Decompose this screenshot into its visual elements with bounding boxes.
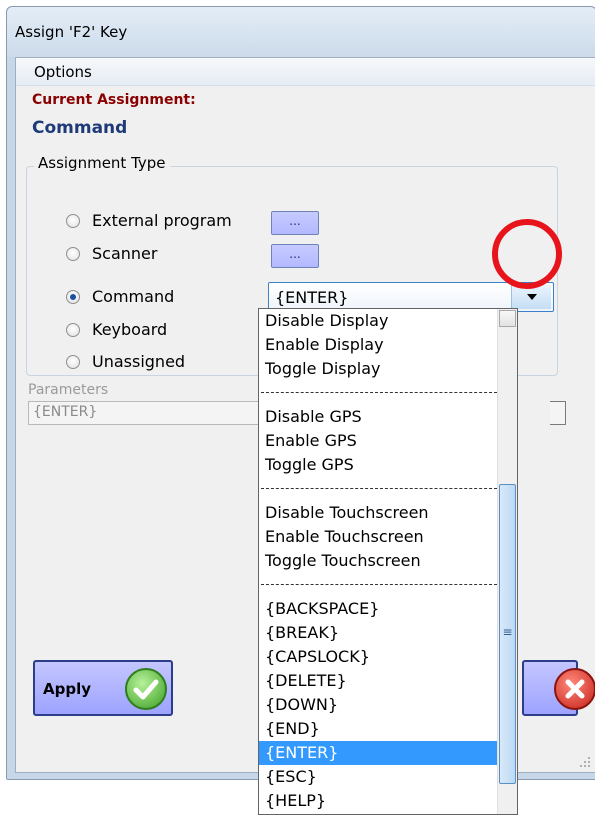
- checkmark-icon: [125, 668, 167, 710]
- dropdown-item[interactable]: Enable GPS: [259, 429, 499, 453]
- grip-icon: ≡: [502, 625, 513, 639]
- parameters-field[interactable]: {ENTER}: [28, 401, 268, 425]
- dropdown-item[interactable]: Enable Display: [259, 333, 499, 357]
- parameters-button[interactable]: [550, 401, 566, 425]
- dropdown-item[interactable]: Enable Touchscreen: [259, 525, 499, 549]
- current-assignment-value: Command: [32, 118, 128, 138]
- dropdown-items: Disable Display Enable Display Toggle Di…: [259, 309, 499, 813]
- scanner-browse-button[interactable]: ...: [271, 244, 319, 268]
- dropdown-scrollbar[interactable]: ≡: [497, 309, 517, 814]
- cancel-button[interactable]: [522, 660, 595, 716]
- dropdown-item[interactable]: Toggle Touchscreen: [259, 549, 499, 573]
- highlight-circle: [492, 219, 562, 289]
- dropdown-item[interactable]: Toggle GPS: [259, 453, 499, 477]
- dropdown-item[interactable]: Disable GPS: [259, 405, 499, 429]
- dropdown-item[interactable]: {DELETE}: [259, 669, 499, 693]
- radio-label: Command: [92, 287, 175, 306]
- scrollbar-thumb[interactable]: ≡: [499, 484, 516, 784]
- dropdown-item[interactable]: {CAPSLOCK}: [259, 645, 499, 669]
- dropdown-item[interactable]: {BREAK}: [259, 621, 499, 645]
- parameters-label: Parameters: [28, 382, 109, 398]
- apply-button[interactable]: Apply: [33, 660, 173, 716]
- window-title: Assign 'F2' Key: [15, 23, 128, 41]
- dropdown-separator[interactable]: [259, 477, 499, 501]
- dropdown-item[interactable]: Disable Display: [259, 309, 499, 333]
- dropdown-item[interactable]: {BACKSPACE}: [259, 597, 499, 621]
- radio-button[interactable]: [66, 214, 80, 228]
- radio-label: Unassigned: [92, 352, 186, 371]
- radio-button[interactable]: [66, 355, 80, 369]
- radio-label: Scanner: [92, 244, 158, 263]
- resize-grip-icon[interactable]: [579, 756, 591, 768]
- dropdown-item[interactable]: {END}: [259, 717, 499, 741]
- dropdown-item[interactable]: Toggle Display: [259, 357, 499, 381]
- title-bar[interactable]: Assign 'F2' Key: [7, 7, 595, 57]
- external-program-browse-button[interactable]: ...: [271, 211, 319, 235]
- radio-button[interactable]: [66, 290, 80, 304]
- radio-button[interactable]: [66, 323, 80, 337]
- assignment-type-title: Assignment Type: [34, 154, 170, 172]
- radio-label: External program: [92, 211, 232, 230]
- dropdown-item-selected[interactable]: {ENTER}: [259, 741, 499, 765]
- menu-options[interactable]: Options: [34, 63, 92, 81]
- dropdown-item[interactable]: {HELP}: [259, 789, 499, 813]
- command-dropdown-list[interactable]: Disable Display Enable Display Toggle Di…: [258, 308, 518, 815]
- dropdown-item[interactable]: {DOWN}: [259, 693, 499, 717]
- dropdown-separator[interactable]: [259, 573, 499, 597]
- current-assignment-label: Current Assignment:: [32, 92, 196, 108]
- command-combobox-value: {ENTER}: [275, 288, 349, 307]
- menu-bar: Options: [16, 58, 595, 86]
- apply-label: Apply: [43, 680, 92, 698]
- dropdown-item[interactable]: {ESC}: [259, 765, 499, 789]
- dropdown-separator[interactable]: [259, 381, 499, 405]
- cancel-icon: [554, 668, 595, 710]
- parameters-value: {ENTER}: [33, 404, 98, 420]
- radio-label: Keyboard: [92, 320, 168, 339]
- scroll-up-button[interactable]: [499, 310, 516, 327]
- radio-button[interactable]: [66, 247, 80, 261]
- dropdown-item[interactable]: Disable Touchscreen: [259, 501, 499, 525]
